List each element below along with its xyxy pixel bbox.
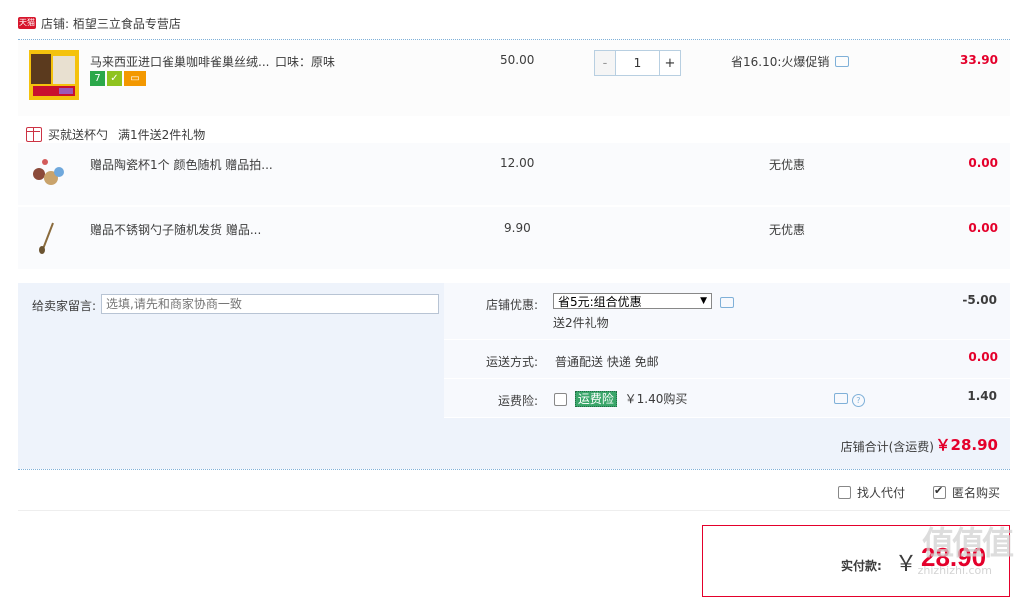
insurance-amount: 1.40 — [967, 389, 997, 403]
shop-discount-selected: 省5元:组合优惠 — [558, 294, 642, 309]
comment-icon[interactable] — [834, 393, 848, 404]
watermark-logo: 值值值 — [921, 524, 1014, 562]
shipping-method: 普通配送 快递 免邮 — [555, 355, 659, 369]
cup-icon — [33, 159, 64, 185]
gift-label: 买就送杯勺 — [48, 128, 109, 142]
shop-name[interactable]: 店铺: 栢望三立食品专营店 — [41, 15, 181, 32]
insurance-help: ? — [834, 392, 865, 407]
divider — [18, 469, 1010, 470]
dropdown-arrow-icon: ▼ — [700, 296, 707, 306]
seven-day-return-icon[interactable]: 7 — [90, 71, 105, 86]
gift-subtotal: 0.00 — [968, 221, 998, 235]
watermark-url: zhizhizhi.com — [917, 564, 992, 577]
order-item-row — [18, 40, 1010, 116]
quantity-stepper: - 1 + — [594, 50, 681, 76]
shop-discount-select[interactable]: 省5元:组合优惠 ▼ — [553, 293, 712, 309]
gift-price: 12.00 — [500, 156, 535, 170]
shop-total-amount: ￥28.90 — [935, 436, 998, 454]
insurance-option: 运费险 ￥1.40购买 — [554, 390, 687, 407]
gift-subtotal: 0.00 — [968, 156, 998, 170]
gift-icon — [26, 127, 42, 142]
decrement-button[interactable]: - — [595, 51, 616, 75]
anonymous-checkbox[interactable] — [933, 484, 946, 499]
shop-total-label: 店铺合计(含运费) — [840, 440, 934, 454]
pay-currency: ￥ — [895, 552, 918, 577]
anonymous-label: 匿名购买 — [952, 486, 1001, 500]
promo-text: 省16.10:火爆促销 — [731, 55, 830, 69]
shop-discount-amount: -5.00 — [962, 293, 997, 307]
coffee-pack-icon — [29, 50, 79, 100]
shop-discount-label: 店铺优惠: — [485, 298, 538, 312]
shipping-label: 运送方式: — [485, 355, 538, 369]
unit-price: 50.00 — [500, 53, 535, 67]
gift-promo: 无优惠 — [769, 158, 806, 172]
comment-icon[interactable] — [835, 56, 850, 67]
gift-row — [18, 207, 1010, 269]
gift-promo: 无优惠 — [769, 223, 806, 237]
guarantee-icon[interactable]: ✓ — [107, 71, 122, 86]
message-input[interactable] — [101, 294, 439, 314]
comment-icon[interactable] — [720, 297, 734, 308]
service-tags: 7 ✓ ▭ — [90, 71, 146, 86]
quantity-input[interactable]: 1 — [616, 51, 659, 75]
anonymous-option[interactable]: 匿名购买 — [933, 484, 1000, 501]
help-icon[interactable]: ? — [851, 394, 865, 407]
pay-label: 实付款: — [841, 559, 882, 573]
insurance-price: ￥1.40购买 — [624, 392, 688, 406]
gift-title[interactable]: 赠品陶瓷杯1个 颜色随机 赠品拍... — [90, 156, 273, 173]
shop-header: 天猫 店铺: 栢望三立食品专营店 — [18, 10, 181, 36]
proxy-pay-label: 找人代付 — [857, 486, 906, 500]
proxy-pay-option[interactable]: 找人代付 — [838, 484, 905, 501]
gift-price: 9.90 — [504, 221, 531, 235]
card-icon[interactable]: ▭ — [124, 71, 146, 86]
insurance-label: 运费险: — [497, 394, 538, 408]
promo-info: 省16.10:火爆促销 — [731, 53, 850, 70]
gift-title[interactable]: 赠品不锈钢勺子随机发货 赠品... — [90, 221, 261, 238]
increment-button[interactable]: + — [659, 51, 680, 75]
product-thumbnail[interactable] — [29, 50, 79, 100]
gift-rule: 满1件送2件礼物 — [118, 128, 206, 142]
tmall-icon: 天猫 — [18, 17, 36, 29]
spoon-icon — [39, 222, 54, 254]
gift-header: 买就送杯勺 满1件送2件礼物 — [26, 126, 205, 143]
gift-thumbnail[interactable] — [29, 217, 69, 257]
product-title[interactable]: 马来西亚进口雀巢咖啡雀巢丝绒... — [90, 53, 269, 70]
shop-discount-note: 送2件礼物 — [553, 316, 609, 330]
message-label: 给卖家留言: — [31, 299, 96, 313]
shipping-amount: 0.00 — [968, 350, 998, 364]
gift-thumbnail[interactable] — [29, 152, 69, 192]
proxy-pay-checkbox[interactable] — [838, 486, 851, 499]
gift-row — [18, 143, 1010, 205]
insurance-tag[interactable]: 运费险 — [574, 391, 617, 407]
product-spec: 口味：原味 — [275, 55, 336, 69]
divider — [18, 510, 1010, 511]
insurance-checkbox[interactable] — [554, 393, 567, 406]
item-subtotal: 33.90 — [960, 53, 998, 67]
